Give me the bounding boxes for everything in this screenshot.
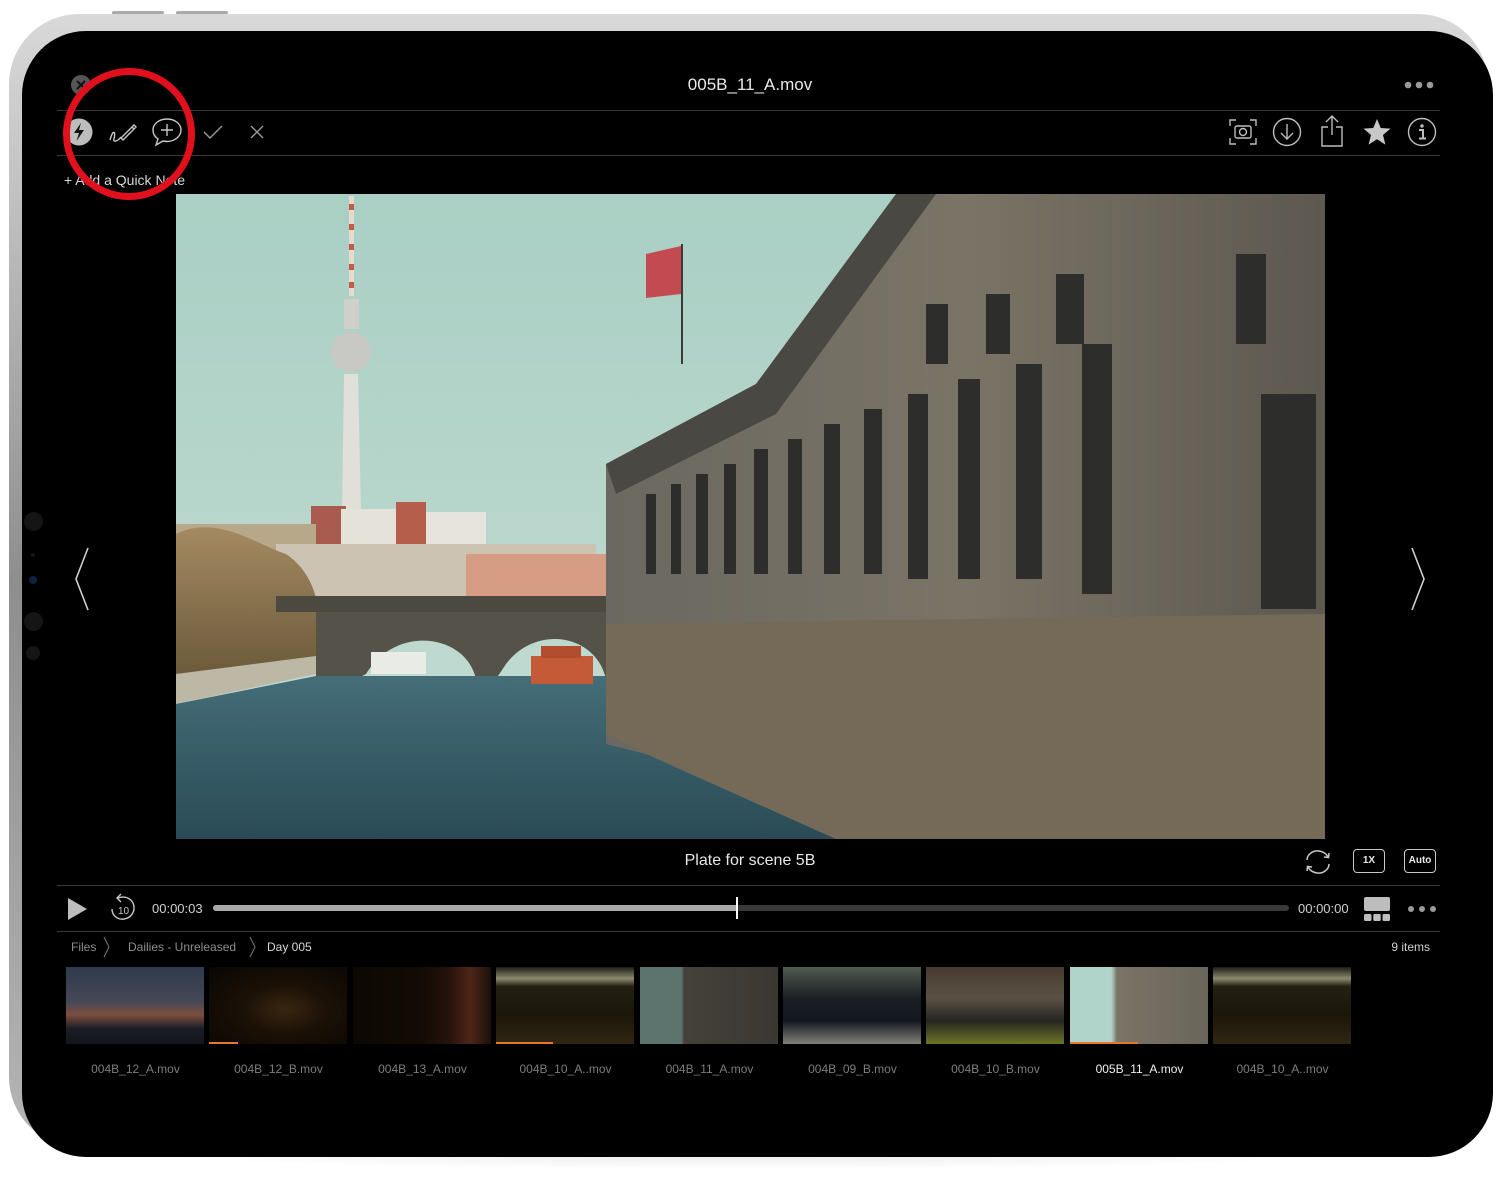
thumbnail-dim-overlay bbox=[353, 967, 491, 1044]
thumbnail-watch-progress bbox=[1070, 1042, 1138, 1044]
close-x-icon[interactable] bbox=[249, 124, 265, 140]
filmstrip-label[interactable]: 004B_10_A..mov bbox=[1211, 1062, 1354, 1076]
skip-back-label: 10 bbox=[118, 906, 130, 917]
video-player-frame[interactable] bbox=[176, 194, 1325, 839]
filmstrip-label[interactable]: 004B_10_B.mov bbox=[924, 1062, 1067, 1076]
add-comment-icon[interactable] bbox=[150, 116, 184, 148]
thumbnail-dim-overlay bbox=[926, 967, 1064, 1044]
playhead-handle[interactable] bbox=[736, 897, 738, 919]
filmstrip-label[interactable]: 004B_09_B.mov bbox=[781, 1062, 924, 1076]
thumbnail-dim-overlay bbox=[209, 967, 347, 1044]
info-icon[interactable] bbox=[1407, 117, 1437, 147]
breadcrumb-item[interactable]: Dailies - Unreleased bbox=[128, 940, 236, 954]
thumbnail-dim-overlay bbox=[496, 967, 634, 1044]
star-icon[interactable] bbox=[1362, 117, 1392, 147]
scrubber-track[interactable] bbox=[213, 897, 1289, 919]
download-icon[interactable] bbox=[1272, 117, 1302, 147]
camera-sensor bbox=[24, 512, 43, 531]
breadcrumb-separator-icon bbox=[249, 936, 256, 958]
previous-item-arrow[interactable] bbox=[72, 545, 92, 613]
filmstrip-thumbnail[interactable] bbox=[66, 967, 204, 1044]
filmstrip-thumbnail[interactable] bbox=[1213, 967, 1351, 1044]
divider bbox=[57, 885, 1440, 886]
filmstrip-layout-icon[interactable] bbox=[1363, 896, 1391, 922]
filmstrip-thumbnail[interactable] bbox=[1070, 967, 1208, 1044]
front-camera bbox=[29, 576, 37, 584]
breadcrumb-item-current[interactable]: Day 005 bbox=[267, 940, 312, 954]
thumbnail-dim-overlay bbox=[66, 967, 204, 1044]
camera-sensor bbox=[31, 553, 35, 557]
divider bbox=[57, 155, 1440, 156]
player-more-icon[interactable] bbox=[1406, 904, 1438, 914]
thumbnail-watch-progress bbox=[209, 1042, 238, 1044]
video-still bbox=[176, 194, 1325, 839]
filmstrip-label[interactable]: 004B_12_A.mov bbox=[64, 1062, 207, 1076]
item-count: 9 items bbox=[1391, 940, 1430, 954]
screenshot-camera-icon[interactable] bbox=[1228, 118, 1258, 146]
filmstrip-thumbnail[interactable] bbox=[640, 967, 778, 1044]
filmstrip-thumbnail[interactable] bbox=[353, 967, 491, 1044]
filmstrip-label[interactable]: 004B_12_B.mov bbox=[207, 1062, 350, 1076]
filmstrip-label[interactable]: 005B_11_A.mov bbox=[1068, 1062, 1211, 1076]
video-caption: Plate for scene 5B bbox=[684, 852, 816, 869]
file-title: 005B_11_A.mov bbox=[687, 75, 813, 94]
filmstrip-thumbnail[interactable] bbox=[209, 967, 347, 1044]
filmstrip-label[interactable]: 004B_10_A..mov bbox=[494, 1062, 637, 1076]
divider bbox=[57, 110, 1440, 111]
divider bbox=[57, 931, 1440, 932]
share-icon[interactable] bbox=[1319, 114, 1345, 148]
lightning-icon[interactable] bbox=[64, 117, 94, 147]
next-item-arrow[interactable] bbox=[1408, 545, 1428, 613]
loop-icon[interactable] bbox=[1303, 847, 1333, 877]
more-options-icon[interactable] bbox=[1403, 80, 1435, 90]
filmstrip-thumbnail[interactable] bbox=[496, 967, 634, 1044]
filmstrip-thumbnail[interactable] bbox=[926, 967, 1064, 1044]
skip-back-10-icon[interactable]: 10 bbox=[108, 893, 138, 923]
breadcrumb-item[interactable]: Files bbox=[71, 940, 96, 954]
camera-sensor bbox=[26, 646, 40, 660]
remaining-time: 00:00:00 bbox=[1298, 901, 1349, 916]
add-quick-note-link[interactable]: + Add a Quick Note bbox=[64, 172, 185, 188]
thumbnail-dim-overlay bbox=[1213, 967, 1351, 1044]
current-time: 00:00:03 bbox=[152, 901, 203, 916]
thumbnail-dim-overlay bbox=[783, 967, 921, 1044]
breadcrumb-separator-icon bbox=[103, 936, 110, 958]
signature-pen-icon[interactable] bbox=[107, 117, 139, 147]
scrubber-progress bbox=[213, 905, 737, 911]
filmstrip-thumbnail[interactable] bbox=[783, 967, 921, 1044]
filmstrip-label[interactable]: 004B_13_A.mov bbox=[351, 1062, 494, 1076]
camera-sensor bbox=[24, 612, 43, 631]
checkmark-icon[interactable] bbox=[202, 122, 224, 142]
playback-speed-button[interactable]: 1X bbox=[1353, 849, 1385, 873]
filmstrip-label[interactable]: 004B_11_A.mov bbox=[638, 1062, 781, 1076]
thumbnail-dim-overlay bbox=[640, 967, 778, 1044]
quality-button[interactable]: Auto bbox=[1404, 849, 1436, 873]
play-icon[interactable] bbox=[66, 897, 88, 921]
thumbnail-watch-progress bbox=[496, 1042, 553, 1044]
